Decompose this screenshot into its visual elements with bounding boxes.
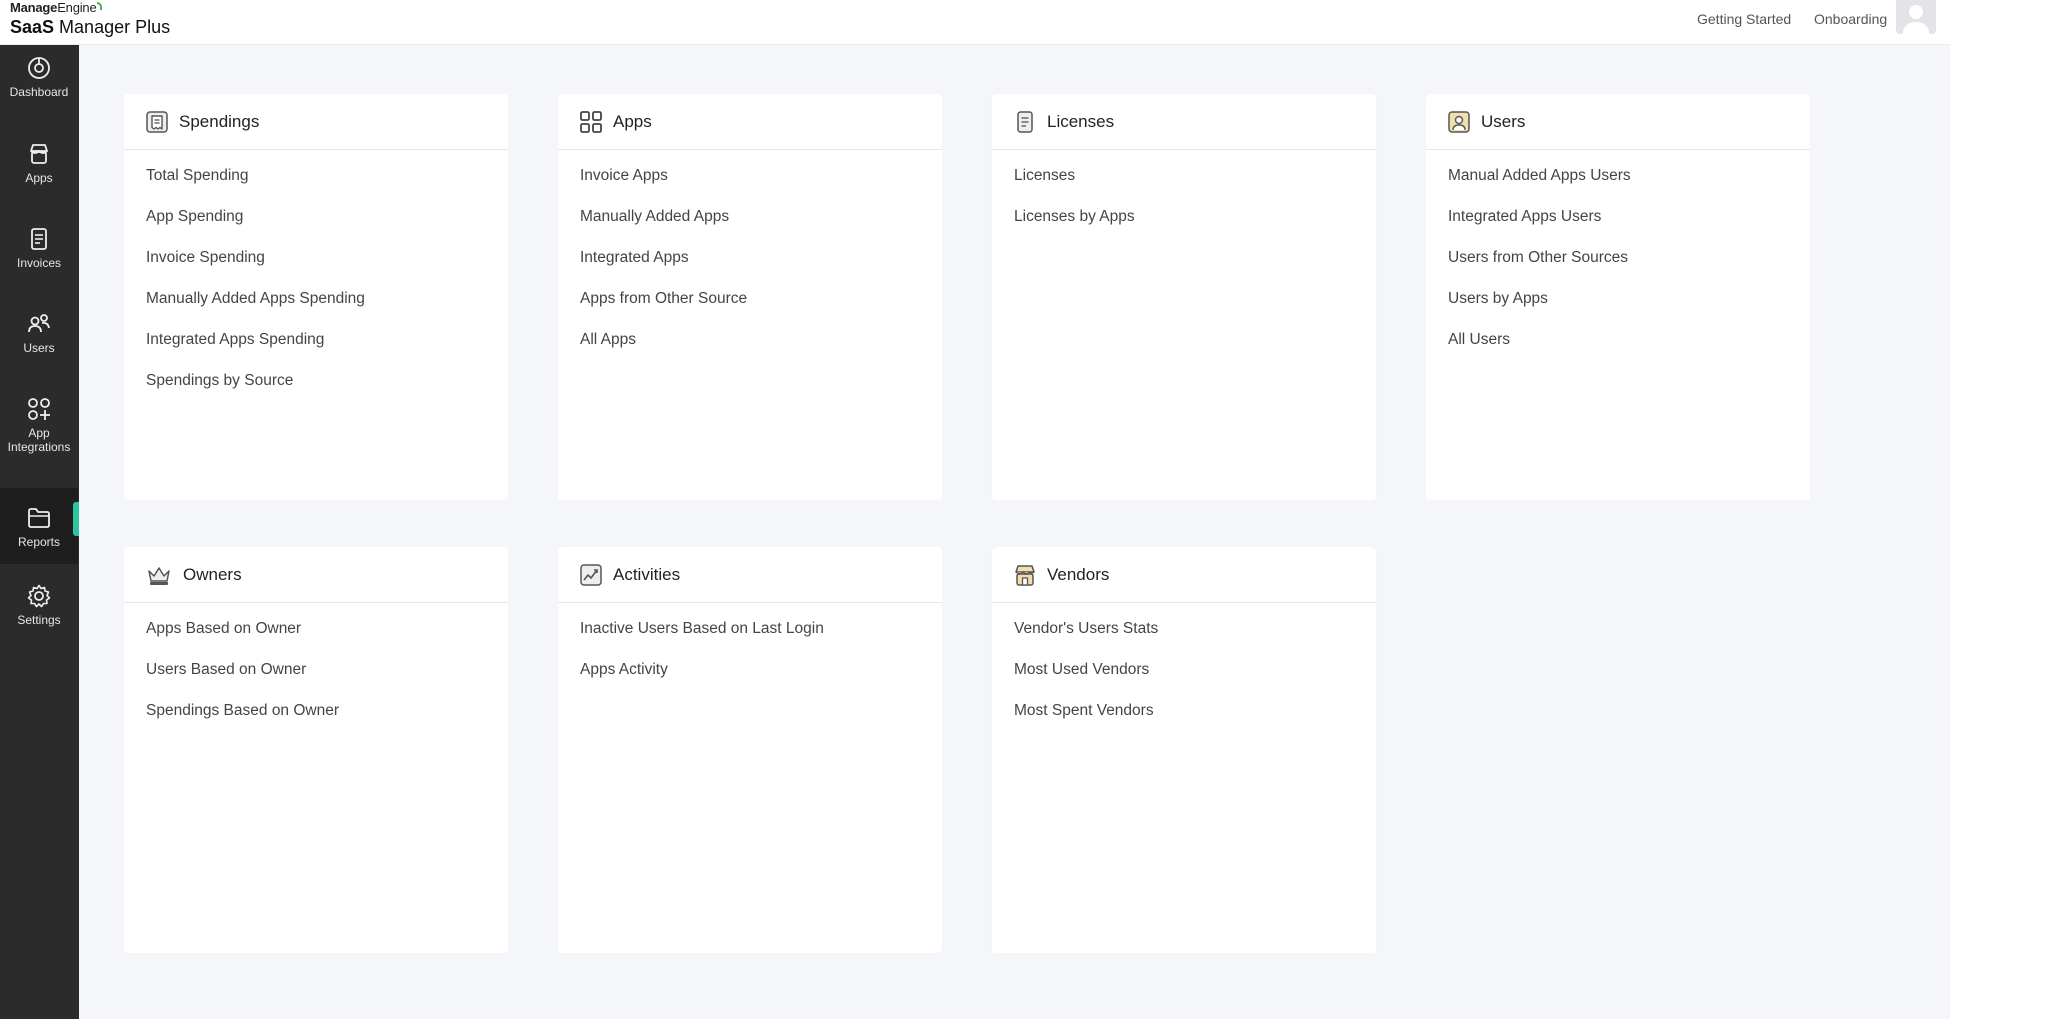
card-header: Users <box>1426 94 1810 150</box>
sidebar-item-app-integrations[interactable]: App Integrations <box>0 396 78 454</box>
report-link[interactable]: Spendings by Source <box>146 371 508 412</box>
vendors-card: Vendors Vendor's Users Stats Most Used V… <box>992 547 1376 953</box>
report-link[interactable]: Integrated Apps <box>580 248 942 289</box>
sidebar-item-label: Apps <box>25 171 53 185</box>
report-link[interactable]: Integrated Apps Spending <box>146 330 508 371</box>
report-list: Manual Added Apps Users Integrated Apps … <box>1426 150 1810 371</box>
report-link[interactable]: Apps from Other Source <box>580 289 942 330</box>
card-title: Activities <box>613 564 681 584</box>
report-link[interactable]: Manually Added Apps Spending <box>146 289 508 330</box>
sidebar-item-label: Reports <box>17 535 61 549</box>
report-link[interactable]: App Spending <box>146 207 508 248</box>
card-title: Apps <box>613 111 652 131</box>
card-title: Spendings <box>179 111 260 131</box>
vendor-name-bold: Manage <box>10 0 58 15</box>
card-header: Vendors <box>992 547 1376 603</box>
crown-icon <box>148 566 170 585</box>
user-avatar[interactable] <box>1896 0 1936 34</box>
report-link[interactable]: Manually Added Apps <box>580 207 942 248</box>
report-list: Total Spending App Spending Invoice Spen… <box>124 150 508 412</box>
sidebar-item-apps[interactable]: Apps <box>0 141 78 185</box>
dashboard-icon <box>28 57 50 79</box>
apps-card: Apps Invoice Apps Manually Added Apps In… <box>558 94 942 500</box>
report-link[interactable]: All Users <box>1448 330 1810 371</box>
report-link[interactable]: Licenses by Apps <box>1014 207 1376 248</box>
reports-content: Spendings Total Spending App Spending In… <box>79 45 1950 1019</box>
report-link[interactable]: Users from Other Sources <box>1448 248 1810 289</box>
card-title: Users <box>1481 111 1526 131</box>
report-link[interactable]: Most Used Vendors <box>1014 660 1376 701</box>
card-header: Spendings <box>124 94 508 150</box>
report-list: Invoice Apps Manually Added Apps Integra… <box>558 150 942 371</box>
report-link[interactable]: Invoice Apps <box>580 166 942 207</box>
sidebar-item-dashboard[interactable]: Dashboard <box>0 55 78 99</box>
folder-icon <box>28 508 50 528</box>
card-header: Apps <box>558 94 942 150</box>
sidebar-item-label: Dashboard <box>9 85 69 99</box>
card-title: Vendors <box>1047 564 1110 584</box>
leaf-icon <box>97 2 103 10</box>
report-link[interactable]: Invoice Spending <box>146 248 508 289</box>
report-link[interactable]: Most Spent Vendors <box>1014 701 1376 742</box>
activities-card: Activities Inactive Users Based on Last … <box>558 547 942 953</box>
report-link[interactable]: Vendor's Users Stats <box>1014 619 1376 660</box>
report-link[interactable]: Apps Activity <box>580 660 942 701</box>
sidebar-item-users[interactable]: Users <box>0 311 78 355</box>
vendor-name-rest: Engine <box>57 0 97 15</box>
report-list: Vendor's Users Stats Most Used Vendors M… <box>992 603 1376 742</box>
sidebar-item-invoices[interactable]: Invoices <box>0 226 78 270</box>
report-link[interactable]: Apps Based on Owner <box>146 619 508 660</box>
vendor-logo: ManageEngine <box>10 1 170 15</box>
owners-card: Owners Apps Based on Owner Users Based o… <box>124 547 508 953</box>
sidebar-item-reports[interactable]: Reports <box>0 488 79 564</box>
report-link[interactable]: All Apps <box>580 330 942 371</box>
sidebar-item-label: Invoices <box>16 256 62 270</box>
grid-icon <box>580 110 602 133</box>
report-link[interactable]: Integrated Apps Users <box>1448 207 1810 248</box>
product-logo[interactable]: ManageEngine SaaS Manager Plus <box>10 1 170 38</box>
user-card-icon <box>1448 110 1470 133</box>
top-header: ManageEngine SaaS Manager Plus Getting S… <box>0 0 1950 45</box>
receipt-icon <box>146 110 168 133</box>
sidebar-item-label: Users <box>23 341 55 355</box>
shop-icon <box>1015 564 1035 586</box>
product-name-rest: Manager Plus <box>54 17 171 37</box>
report-link[interactable]: Users by Apps <box>1448 289 1810 330</box>
report-link[interactable]: Total Spending <box>146 166 508 207</box>
sidebar-nav: Dashboard Apps Invoices Users App Integr… <box>0 45 79 1019</box>
licenses-card: Licenses Licenses Licenses by Apps <box>992 94 1376 500</box>
sidebar-item-label: App Integrations <box>7 426 71 454</box>
card-header: Activities <box>558 547 942 603</box>
gear-icon <box>27 584 51 608</box>
report-list: Inactive Users Based on Last Login Apps … <box>558 603 942 701</box>
report-link[interactable]: Manual Added Apps Users <box>1448 166 1810 207</box>
getting-started-link[interactable]: Getting Started <box>1697 11 1791 27</box>
sidebar-item-label: Settings <box>17 613 61 627</box>
store-icon <box>30 144 48 164</box>
users-card: Users Manual Added Apps Users Integrated… <box>1426 94 1810 500</box>
users-icon <box>28 314 50 333</box>
activity-chart-icon <box>580 563 602 586</box>
document-icon <box>1017 110 1033 133</box>
card-header: Owners <box>124 547 508 603</box>
report-link[interactable]: Inactive Users Based on Last Login <box>580 619 942 660</box>
card-header: Licenses <box>992 94 1376 150</box>
spendings-card: Spendings Total Spending App Spending In… <box>124 94 508 500</box>
product-name-bold: SaaS <box>10 17 55 37</box>
report-link[interactable]: Spendings Based on Owner <box>146 701 508 742</box>
page-margin <box>1950 0 2048 1019</box>
integrations-icon <box>28 398 50 420</box>
onboarding-link[interactable]: Onboarding <box>1814 11 1887 27</box>
sidebar-item-settings[interactable]: Settings <box>0 583 78 627</box>
card-title: Owners <box>183 564 242 584</box>
invoice-icon <box>31 228 47 250</box>
report-list: Apps Based on Owner Users Based on Owner… <box>124 603 508 742</box>
report-link[interactable]: Licenses <box>1014 166 1376 207</box>
report-link[interactable]: Users Based on Owner <box>146 660 508 701</box>
product-name: SaaS Manager Plus <box>10 16 170 38</box>
report-list: Licenses Licenses by Apps <box>992 150 1376 248</box>
card-title: Licenses <box>1047 111 1115 131</box>
